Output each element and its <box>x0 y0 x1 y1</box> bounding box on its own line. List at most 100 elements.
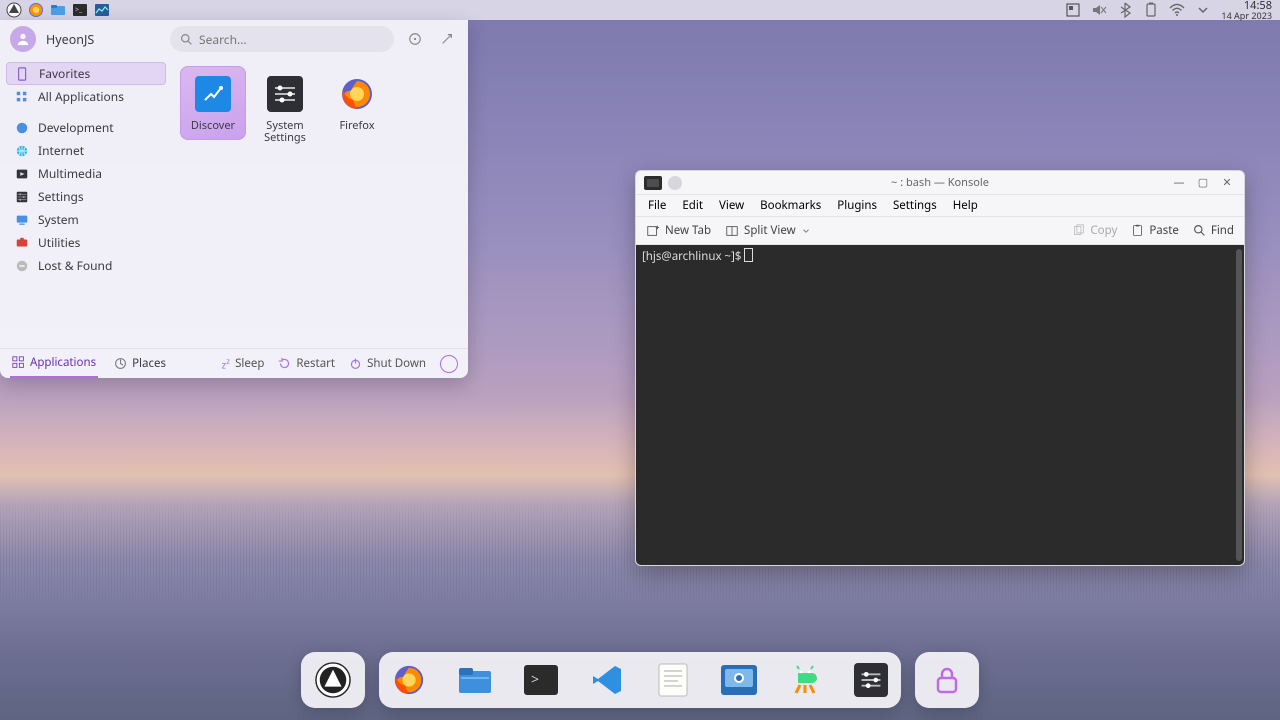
files-tray-icon[interactable] <box>50 2 66 18</box>
window-tab-active[interactable] <box>644 176 662 190</box>
close-button[interactable]: ✕ <box>1220 175 1234 190</box>
menu-plugins[interactable]: Plugins <box>837 198 877 213</box>
menu-file[interactable]: File <box>648 198 666 213</box>
sidebar-item-favorites[interactable]: Favorites <box>6 62 166 85</box>
button-label: Shut Down <box>367 356 426 371</box>
configure-button[interactable] <box>404 28 426 50</box>
dock-launcher[interactable] <box>315 662 351 698</box>
restart-button[interactable]: Restart <box>278 356 335 371</box>
konsole-tray-icon[interactable]: >_ <box>72 2 88 18</box>
maximize-button[interactable]: ▢ <box>1196 175 1210 190</box>
places-icon <box>114 357 127 370</box>
dock-lock[interactable] <box>929 662 965 698</box>
application-launcher: HyeonJS Favorites All Applications Devel… <box>0 20 468 378</box>
button-label: Split View <box>744 223 796 238</box>
app-firefox[interactable]: Firefox <box>324 66 390 140</box>
grid-icon <box>14 89 30 105</box>
monitor-tray-icon[interactable] <box>94 2 110 18</box>
firefox-icon <box>337 74 377 114</box>
sidebar-item-system[interactable]: System <box>6 208 166 231</box>
button-label: New Tab <box>665 223 711 238</box>
dock: > <box>0 652 1280 708</box>
tab-label: Applications <box>30 355 96 370</box>
launcher-menu-icon[interactable] <box>6 2 22 18</box>
search-input[interactable] <box>199 31 384 48</box>
sidebar-item-label: Development <box>38 119 114 136</box>
sidebar-item-label: All Applications <box>38 88 124 105</box>
volume-muted-icon[interactable] <box>1091 2 1107 18</box>
tab-label: Places <box>132 356 166 371</box>
sidebar-item-all-applications[interactable]: All Applications <box>6 85 166 108</box>
dock-files[interactable] <box>457 662 493 698</box>
tab-places[interactable]: Places <box>112 350 168 377</box>
toolbar: New Tab Split View Copy Paste Find <box>636 217 1244 245</box>
menu-edit[interactable]: Edit <box>682 198 703 213</box>
button-label: Find <box>1211 223 1234 238</box>
sidebar-item-multimedia[interactable]: Multimedia <box>6 162 166 185</box>
sidebar-item-label: Settings <box>38 188 84 205</box>
new-tab-button[interactable]: New Tab <box>646 223 711 238</box>
dock-firefox[interactable] <box>391 662 427 698</box>
dock-system-settings[interactable] <box>853 662 889 698</box>
utilities-icon <box>14 235 30 251</box>
app-label: Firefox <box>339 120 374 132</box>
dock-vscode[interactable] <box>589 662 625 698</box>
clock[interactable]: 14:58 14 Apr 2023 <box>1221 0 1272 20</box>
svg-text:>_: >_ <box>75 6 83 15</box>
menu-bookmarks[interactable]: Bookmarks <box>760 198 821 213</box>
power-icon <box>349 357 362 370</box>
sidebar-item-development[interactable]: Development <box>6 116 166 139</box>
copy-button[interactable]: Copy <box>1072 223 1117 238</box>
sidebar-item-utilities[interactable]: Utilities <box>6 231 166 254</box>
sidebar-item-settings[interactable]: Settings <box>6 185 166 208</box>
search-icon <box>1193 224 1206 237</box>
wifi-icon[interactable] <box>1169 2 1185 18</box>
titlebar[interactable]: ~ : bash — Konsole — ▢ ✕ <box>636 171 1244 195</box>
dock-android-studio[interactable] <box>787 662 823 698</box>
app-label: System Settings <box>254 120 316 144</box>
user-avatar[interactable] <box>10 26 36 52</box>
chevron-down-icon <box>801 226 811 236</box>
firefox-tray-icon[interactable] <box>28 2 44 18</box>
system-icon <box>14 212 30 228</box>
dock-spectacle[interactable] <box>721 662 757 698</box>
battery-icon[interactable] <box>1143 2 1159 18</box>
sleep-button[interactable]: zz Sleep <box>221 356 264 371</box>
bluetooth-icon[interactable] <box>1117 2 1133 18</box>
tray-expand-icon[interactable] <box>1195 2 1211 18</box>
category-sidebar: Favorites All Applications Development I… <box>0 58 172 348</box>
dock-text-editor[interactable] <box>655 662 691 698</box>
pin-button[interactable] <box>436 28 458 50</box>
terminal-area[interactable]: [hjs@archlinux ~]$ <box>636 245 1244 565</box>
app-discover[interactable]: Discover <box>180 66 246 140</box>
sidebar-item-internet[interactable]: Internet <box>6 139 166 162</box>
paste-button[interactable]: Paste <box>1131 223 1179 238</box>
shutdown-button[interactable]: Shut Down <box>349 356 426 371</box>
menu-view[interactable]: View <box>719 198 744 213</box>
sidebar-item-label: System <box>38 211 79 228</box>
tab-applications[interactable]: Applications <box>10 349 98 378</box>
find-button[interactable]: Find <box>1193 223 1234 238</box>
button-label: Sleep <box>235 356 264 371</box>
terminal-scrollbar[interactable] <box>1236 249 1242 561</box>
dock-section-apps: > <box>379 652 901 708</box>
search-icon <box>180 33 193 46</box>
dock-konsole[interactable]: > <box>523 662 559 698</box>
internet-icon <box>14 143 30 159</box>
split-view-button[interactable]: Split View <box>725 223 811 238</box>
menubar: File Edit View Bookmarks Plugins Setting… <box>636 195 1244 217</box>
restart-icon <box>278 357 291 370</box>
menu-settings[interactable]: Settings <box>893 198 937 213</box>
session-more-button[interactable] <box>440 355 458 373</box>
minimize-button[interactable]: — <box>1172 175 1186 190</box>
username-label: HyeonJS <box>46 31 94 48</box>
search-field[interactable] <box>170 26 394 52</box>
discover-icon <box>193 74 233 114</box>
sidebar-item-lost-found[interactable]: Lost & Found <box>6 254 166 277</box>
sleep-icon: zz <box>221 356 230 371</box>
app-system-settings[interactable]: System Settings <box>252 66 318 152</box>
tray-app-icon[interactable] <box>1065 2 1081 18</box>
sidebar-item-label: Utilities <box>38 234 80 251</box>
window-tab-new[interactable] <box>668 176 682 190</box>
menu-help[interactable]: Help <box>953 198 978 213</box>
